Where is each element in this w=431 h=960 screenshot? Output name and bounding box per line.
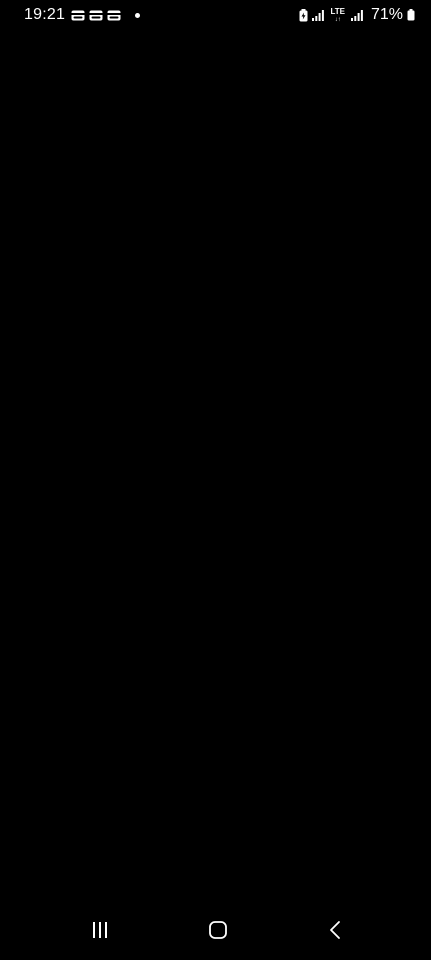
battery-percentage: 71% [370,6,403,23]
status-bar: 19:21 LTE ↓↑ 71% [0,0,431,30]
status-time: 19:21 [24,6,66,23]
lte-icon: LTE ↓↑ [330,6,345,23]
back-button[interactable] [315,910,355,950]
card-icon [89,10,103,21]
signal-icon [312,9,325,21]
home-icon [208,920,228,940]
notification-dot-icon [135,12,141,18]
battery-icon [407,9,415,21]
recent-apps-button[interactable] [80,910,120,950]
card-icon [71,10,85,21]
lte-arrows: ↓↑ [334,16,341,23]
chevron-left-icon [328,920,342,940]
card-icon [107,10,121,21]
home-button[interactable] [198,910,238,950]
system-icons: LTE ↓↑ 71% [299,6,415,24]
notification-icons [71,10,141,21]
blank-screen [0,30,431,900]
lte-label: LTE [330,6,345,16]
navigation-bar [0,900,431,960]
signal-icon [350,9,363,21]
recent-apps-icon [90,921,110,939]
battery-saver-icon [299,8,308,22]
